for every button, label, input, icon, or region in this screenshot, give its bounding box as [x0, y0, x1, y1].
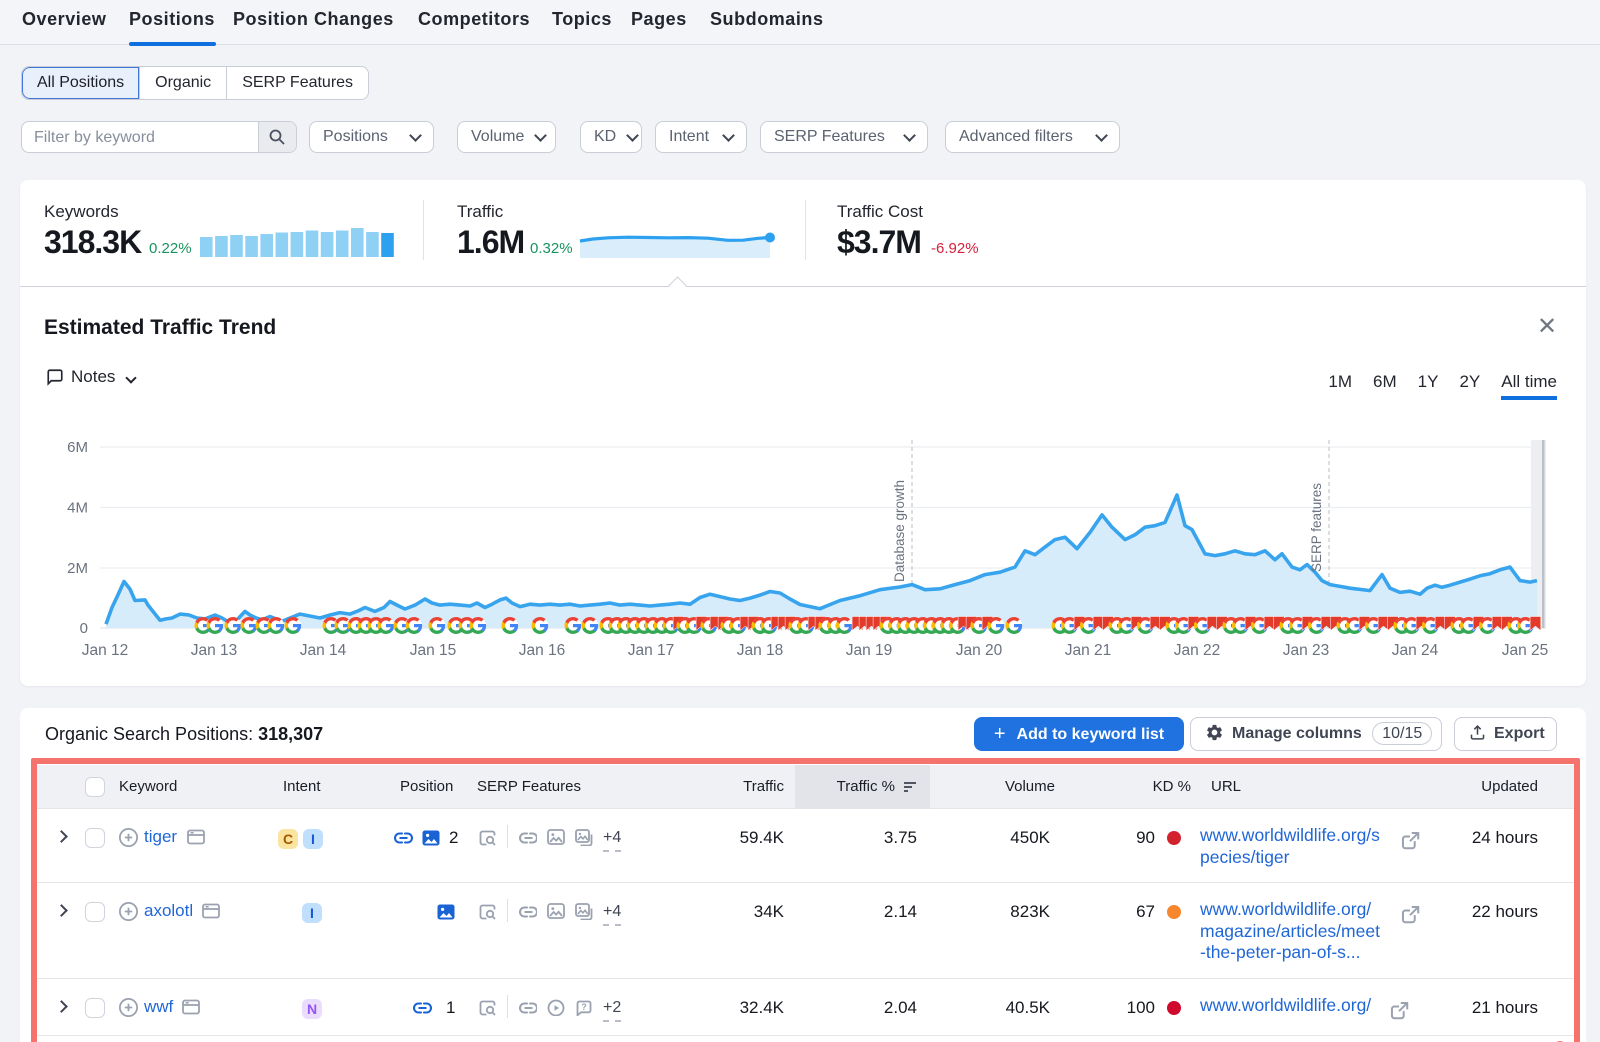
svg-text:Jan 15: Jan 15	[410, 642, 457, 659]
svg-text:Database growth: Database growth	[892, 480, 907, 582]
svg-text:Jan 18: Jan 18	[737, 642, 784, 659]
svg-text:Jan 19: Jan 19	[846, 642, 893, 659]
svg-text:Jan 12: Jan 12	[82, 642, 129, 659]
svg-text:Jan 13: Jan 13	[191, 642, 238, 659]
svg-text:2M: 2M	[67, 560, 88, 577]
svg-text:Jan 23: Jan 23	[1283, 642, 1330, 659]
svg-text:Jan 24: Jan 24	[1392, 642, 1439, 659]
svg-text:0: 0	[80, 620, 88, 637]
svg-text:6M: 6M	[67, 439, 88, 456]
svg-text:Jan 25: Jan 25	[1502, 642, 1549, 659]
svg-text:Jan 22: Jan 22	[1174, 642, 1221, 659]
svg-text:Jan 21: Jan 21	[1065, 642, 1112, 659]
svg-text:Jan 17: Jan 17	[628, 642, 675, 659]
svg-text:4M: 4M	[67, 500, 88, 517]
svg-text:SERP features: SERP features	[1309, 483, 1324, 572]
svg-text:Jan 20: Jan 20	[956, 642, 1003, 659]
svg-text:Jan 14: Jan 14	[300, 642, 347, 659]
svg-text:Jan 16: Jan 16	[519, 642, 566, 659]
